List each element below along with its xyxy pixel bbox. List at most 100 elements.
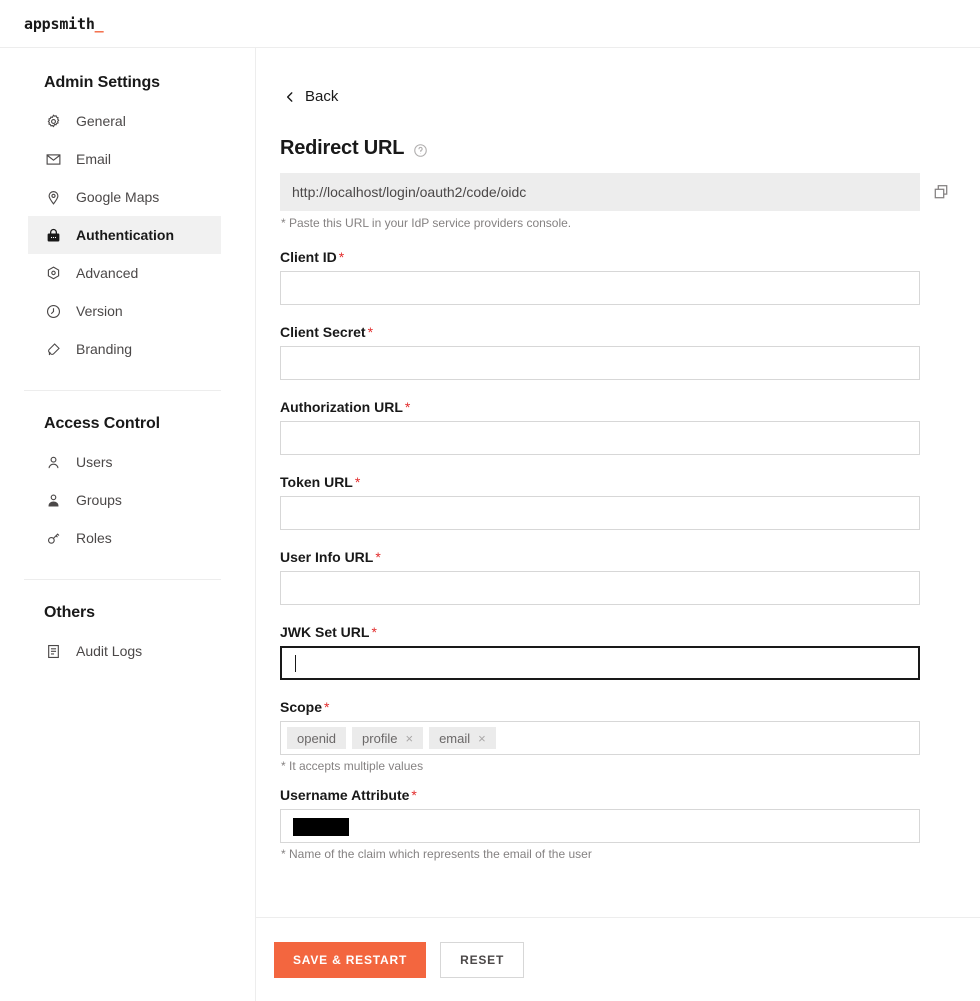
required-asterisk: *: [354, 474, 361, 490]
remove-tag-icon[interactable]: ×: [405, 732, 413, 745]
sidebar-item-roles[interactable]: Roles: [28, 519, 221, 557]
user-icon: [44, 453, 62, 471]
copy-icon[interactable]: [932, 183, 950, 201]
jwk-input-wrap: [280, 646, 920, 680]
group-icon: [44, 491, 62, 509]
scope-tag-label: openid: [297, 730, 337, 746]
authorization-url-input[interactable]: [280, 421, 920, 455]
app-header: appsmith _: [0, 0, 980, 48]
field-client-id: Client ID *: [280, 249, 920, 305]
sidebar-item-version[interactable]: Version: [28, 292, 221, 330]
logo-text: appsmith: [24, 14, 95, 33]
required-asterisk: *: [324, 699, 330, 715]
field-authorization-url: Authorization URL *: [280, 399, 920, 455]
scope-tag[interactable]: profile ×: [352, 727, 424, 749]
sidebar-item-email[interactable]: Email: [28, 140, 221, 178]
field-label: Authorization URL *: [280, 399, 920, 415]
field-label-text: Client ID: [280, 249, 337, 265]
required-asterisk: *: [411, 787, 417, 803]
settings-content: Back Redirect URL http://localhost/login…: [256, 48, 980, 917]
token-url-input[interactable]: [280, 496, 920, 530]
jwk-set-url-input[interactable]: [280, 646, 920, 680]
redirect-url-row: http://localhost/login/oauth2/code/oidc: [280, 173, 948, 211]
required-asterisk: *: [367, 324, 374, 340]
appsmith-logo[interactable]: appsmith _: [24, 15, 104, 33]
field-label: Token URL *: [280, 474, 920, 490]
field-label: JWK Set URL *: [280, 624, 920, 640]
sidebar-item-label: Roles: [76, 530, 112, 546]
field-label-text: User Info URL: [280, 549, 374, 565]
field-token-url: Token URL *: [280, 474, 920, 530]
field-label: Username Attribute *: [280, 787, 920, 803]
required-asterisk: *: [404, 399, 411, 415]
page-title: Redirect URL: [280, 137, 980, 160]
sidebar-item-google-maps[interactable]: Google Maps: [28, 178, 221, 216]
redirect-url-value: http://localhost/login/oauth2/code/oidc: [280, 173, 920, 211]
field-label-text: Token URL: [280, 474, 353, 490]
sidebar-item-audit-logs[interactable]: Audit Logs: [28, 632, 221, 670]
required-asterisk: *: [338, 249, 345, 265]
sidebar-item-label: Authentication: [76, 227, 174, 243]
lock-icon: [44, 226, 62, 244]
document-list-icon: [44, 642, 62, 660]
sidebar-item-label: Advanced: [76, 265, 139, 281]
sidebar-group-admin-settings: Admin Settings General Email Google Maps: [0, 74, 255, 368]
remove-tag-icon[interactable]: ×: [478, 732, 486, 745]
text-cursor: [295, 655, 296, 672]
field-label-text: Client Secret: [280, 324, 366, 340]
reset-button[interactable]: RESET: [440, 941, 525, 978]
field-label-text: JWK Set URL: [280, 624, 370, 640]
user-info-url-input[interactable]: [280, 571, 920, 605]
field-label-text: Scope: [280, 699, 323, 715]
sidebar-heading-others: Others: [44, 604, 95, 621]
clock-icon: [44, 302, 62, 320]
client-secret-input[interactable]: [280, 346, 920, 380]
admin-settings-page: appsmith_ Admin Settings General Email: [0, 0, 980, 1001]
logo-underscore: _: [94, 14, 104, 33]
sidebar-item-general[interactable]: General: [28, 102, 221, 140]
sidebar-item-label: Version: [76, 303, 123, 319]
field-label: User Info URL *: [280, 549, 920, 565]
chevron-left-icon: [283, 90, 297, 104]
field-user-info-url: User Info URL *: [280, 549, 920, 605]
field-label: Client Secret *: [280, 324, 920, 340]
sidebar-group-others: Others Audit Logs: [0, 604, 255, 670]
save-and-restart-button[interactable]: SAVE & RESTART: [274, 941, 427, 978]
username-attribute-input[interactable]: [280, 809, 920, 843]
field-label: Scope *: [280, 699, 920, 715]
field-scope: Scope * openid profile × email ×: [280, 699, 920, 755]
scope-tag-label: email: [439, 730, 471, 746]
map-pin-icon: [44, 188, 62, 206]
username-attribute-hint: * Name of the claim which represents the…: [281, 847, 592, 861]
sidebar-item-branding[interactable]: Branding: [28, 330, 221, 368]
scope-tags-input[interactable]: openid profile × email ×: [280, 721, 920, 755]
sidebar: Admin Settings General Email Google Maps: [0, 48, 256, 1001]
envelope-icon: [44, 150, 62, 168]
sidebar-divider-1: [24, 390, 221, 391]
field-username-attribute: Username Attribute *: [280, 787, 920, 843]
form-actions-bar: SAVE & RESTART RESET: [256, 917, 980, 1001]
back-label: Back: [305, 88, 339, 105]
sidebar-item-authentication[interactable]: Authentication: [28, 216, 221, 254]
field-jwk-set-url: JWK Set URL *: [280, 624, 920, 680]
sidebar-item-label: Users: [76, 454, 113, 470]
sidebar-item-label: Branding: [76, 341, 133, 357]
redacted-value: [293, 818, 349, 836]
back-button[interactable]: Back: [283, 88, 361, 105]
sidebar-item-label: General: [76, 113, 126, 129]
required-asterisk: *: [371, 624, 377, 640]
client-id-input[interactable]: [280, 271, 920, 305]
sidebar-item-advanced[interactable]: Advanced: [28, 254, 221, 292]
field-label-text: Username Attribute: [280, 787, 410, 803]
scope-tag[interactable]: email ×: [429, 727, 496, 749]
scope-tag[interactable]: openid: [287, 727, 347, 749]
sidebar-item-label: Groups: [76, 492, 122, 508]
help-icon[interactable]: [413, 141, 428, 157]
sidebar-item-groups[interactable]: Groups: [28, 481, 221, 519]
paint-icon: [44, 340, 62, 358]
sidebar-heading-access-control: Access Control: [44, 415, 160, 432]
redirect-url-hint: * Paste this URL in your IdP service pro…: [281, 216, 572, 230]
sidebar-item-label: Email: [76, 151, 112, 167]
sidebar-item-users[interactable]: Users: [28, 443, 221, 481]
sidebar-item-label: Google Maps: [76, 189, 160, 205]
